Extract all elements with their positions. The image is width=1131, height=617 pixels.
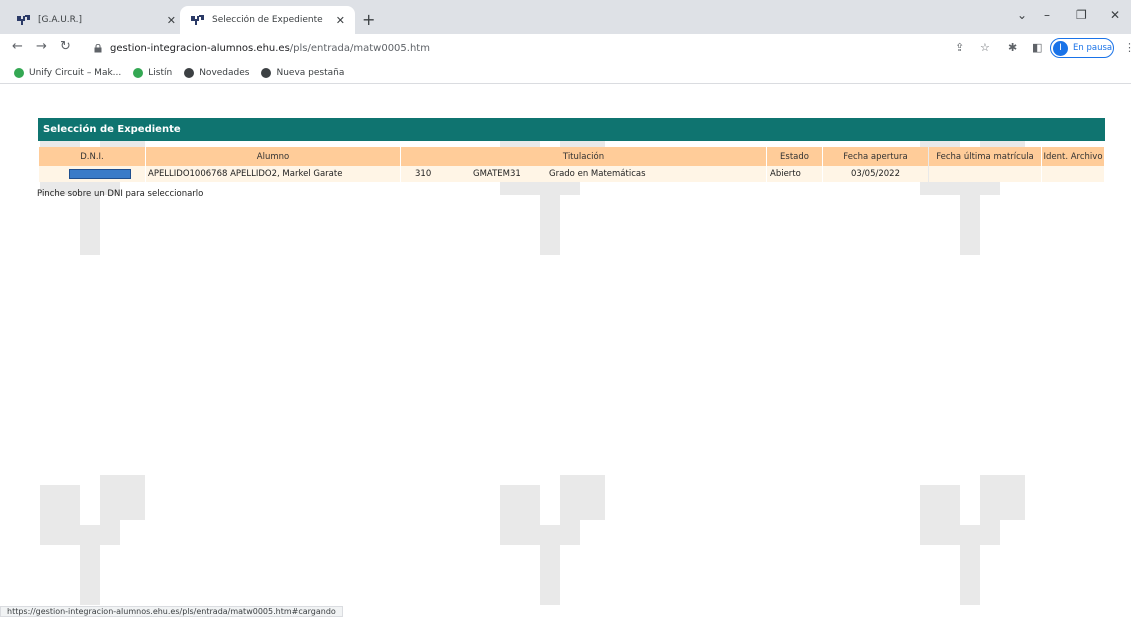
expedientes-table: D.N.I. Alumno Titulación Estado Fecha ap… xyxy=(38,147,1105,182)
selection-hint: Pinche sobre un DNI para seleccionarlo xyxy=(37,189,204,199)
page-content: Selección de Expediente D.N.I. Alumno Ti… xyxy=(0,85,1131,617)
ident-archivo-cell xyxy=(1042,166,1104,182)
titulacion-name: Grado en Matemáticas xyxy=(549,169,646,179)
avatar: I xyxy=(1053,40,1068,56)
circuit-icon xyxy=(14,67,24,78)
extensions-icon[interactable]: ✱ xyxy=(1008,41,1017,54)
alumno-cell: APELLIDO1006768 APELLIDO2, Markel Garate xyxy=(146,166,400,182)
close-icon[interactable]: ✕ xyxy=(167,14,176,27)
page-title: Selección de Expediente xyxy=(38,118,1105,141)
profile-button[interactable]: I En pausa xyxy=(1050,38,1114,58)
url-host: gestion-integracion-alumnos.ehu.es xyxy=(110,42,290,54)
ehu-logo-icon xyxy=(191,15,204,25)
restore-icon[interactable]: ❐ xyxy=(1076,8,1087,22)
bookmark-label: Listín xyxy=(148,67,173,78)
side-panel-icon[interactable]: ◧ xyxy=(1032,41,1042,54)
table-row: APELLIDO1006768 APELLIDO2, Markel Garate… xyxy=(39,166,1104,182)
bookmark-label: Unify Circuit – Mak... xyxy=(29,67,122,78)
col-header-fecha-apertura: Fecha apertura xyxy=(823,147,928,166)
lock-icon xyxy=(94,43,102,52)
tab-title: [G.A.U.R.] xyxy=(38,15,82,25)
col-header-alumno: Alumno xyxy=(146,147,400,166)
dni-cell[interactable] xyxy=(39,166,145,182)
table-header-row: D.N.I. Alumno Titulación Estado Fecha ap… xyxy=(39,147,1104,166)
fecha-apertura-cell: 03/05/2022 xyxy=(823,166,928,182)
share-icon[interactable]: ⇪ xyxy=(955,41,964,54)
ehu-logo-icon xyxy=(17,15,30,25)
col-header-estado: Estado xyxy=(767,147,822,166)
address-bar[interactable]: gestion-integracion-alumnos.ehu.es/pls/e… xyxy=(84,37,939,59)
estado-cell: Abierto xyxy=(767,166,822,182)
tab-gaur[interactable]: [G.A.U.R.] ✕ xyxy=(6,6,186,34)
bookmark-label: Nueva pestaña xyxy=(276,67,345,78)
bookmark-star-icon[interactable]: ☆ xyxy=(980,41,990,54)
bookmark-label: Novedades xyxy=(199,67,250,78)
bookmarks-bar: Unify Circuit – Mak... Listín Novedades … xyxy=(0,62,1131,84)
browser-toolbar: ← → ↻ gestion-integracion-alumnos.ehu.es… xyxy=(0,34,1131,62)
close-icon[interactable]: ✕ xyxy=(336,14,345,27)
minimize-icon[interactable]: – xyxy=(1044,8,1050,22)
chrome-icon xyxy=(261,67,272,78)
tab-title: Selección de Expediente xyxy=(212,15,323,25)
profile-status: En pausa xyxy=(1073,43,1113,53)
ehu-watermark-icon xyxy=(920,475,1025,605)
globe-icon xyxy=(184,67,195,78)
titulacion-code: GMATEM31 xyxy=(473,169,521,179)
back-icon[interactable]: ← xyxy=(12,39,23,54)
dni-link[interactable] xyxy=(69,168,131,179)
col-header-titulacion: Titulación xyxy=(401,147,766,166)
status-bar-url: https://gestion-integracion-alumnos.ehu.… xyxy=(0,606,343,617)
titulacion-cell: 310 GMATEM31 Grado en Matemáticas xyxy=(401,166,766,182)
plan-code: 310 xyxy=(415,169,432,179)
bookmark-listin[interactable]: Listín xyxy=(133,67,173,78)
close-window-icon[interactable]: ✕ xyxy=(1110,8,1120,22)
menu-icon[interactable]: ⋮ xyxy=(1124,41,1131,54)
col-header-dni: D.N.I. xyxy=(39,147,145,166)
col-header-fecha-ultima-matricula: Fecha última matrícula xyxy=(929,147,1041,166)
tab-strip: [G.A.U.R.] ✕ Selección de Expediente ✕ +… xyxy=(0,0,1131,34)
reload-icon[interactable]: ↻ xyxy=(60,39,71,54)
fecha-ultima-matricula-cell xyxy=(929,166,1041,182)
circuit-icon xyxy=(133,67,144,78)
col-header-ident-archivo: Ident. Archivo xyxy=(1042,147,1104,166)
ehu-watermark-icon xyxy=(40,475,145,605)
bookmark-nueva-pestana[interactable]: Nueva pestaña xyxy=(261,67,345,78)
forward-icon[interactable]: → xyxy=(36,39,47,54)
bookmark-unify-circuit[interactable]: Unify Circuit – Mak... xyxy=(14,67,122,78)
tab-seleccion-expediente[interactable]: Selección de Expediente ✕ xyxy=(180,6,355,34)
tab-search-icon[interactable]: ⌄ xyxy=(1017,8,1027,22)
ehu-watermark-icon xyxy=(500,475,605,605)
new-tab-button[interactable]: + xyxy=(362,10,375,29)
url-path: /pls/entrada/matw0005.htm xyxy=(289,42,430,54)
bookmark-novedades[interactable]: Novedades xyxy=(184,67,250,78)
